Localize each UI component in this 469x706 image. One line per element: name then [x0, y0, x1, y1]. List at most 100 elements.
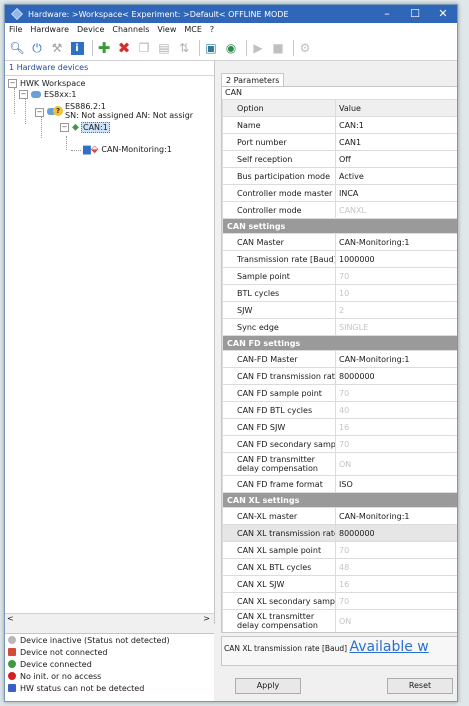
scroll-right-icon[interactable]: > [203, 614, 210, 623]
tools-icon[interactable]: ⚒ [49, 40, 65, 56]
add-icon[interactable]: ✚ [96, 39, 112, 57]
config-icon[interactable]: ⚙ [297, 40, 313, 56]
menu-view[interactable]: View [153, 25, 180, 34]
parameter-value[interactable]: 2 [335, 301, 457, 319]
parameter-row[interactable]: Sync edge SINGLE [222, 318, 457, 336]
parameter-value[interactable]: 1000000 [335, 250, 457, 268]
power-icon[interactable]: ⏻ [29, 40, 45, 56]
parameter-value[interactable]: SINGLE [335, 318, 457, 336]
hardware-icon[interactable]: ▣ [203, 40, 219, 56]
parameter-row[interactable]: CAN FD sample point 70 [222, 384, 457, 402]
sort-icon[interactable]: ⇅ [176, 40, 192, 56]
parameter-value[interactable]: INCA [335, 184, 457, 202]
parameter-row[interactable]: CAN XL transmitter delay compensation ON [222, 609, 457, 632]
scroll-left-icon[interactable]: < [7, 614, 14, 623]
parameter-row[interactable]: Controller mode master INCA [222, 184, 457, 202]
parameter-name: CAN FD transmitter delay compensation [222, 452, 336, 476]
parameter-value[interactable]: Off [335, 150, 457, 168]
parameter-value[interactable]: ON [335, 609, 457, 632]
parameter-row[interactable]: Name CAN:1 [222, 116, 457, 134]
network-icon[interactable]: ◉ [223, 40, 239, 56]
parameter-row[interactable]: CAN FD transmission rate 8000000 [222, 367, 457, 385]
stop-icon[interactable]: ■ [270, 40, 286, 56]
parameter-row[interactable]: Transmission rate [Baud] 1000000 [222, 250, 457, 268]
tree-node-es8xx[interactable]: − ES8xx:1 [19, 90, 76, 99]
search-icon[interactable]: 🔍︎ [9, 40, 25, 56]
tab-parameters[interactable]: 2 Parameters [221, 73, 285, 87]
parameter-value[interactable]: 70 [335, 435, 457, 453]
menu-bar: File Hardware Device Channels View MCE ? [5, 23, 457, 36]
apply-button[interactable]: Apply [235, 678, 301, 694]
delete-icon[interactable]: ✖ [116, 39, 132, 57]
parameter-value[interactable]: CAN:1 [335, 116, 457, 134]
parameter-row[interactable]: Bus participation mode Active [222, 167, 457, 185]
parameter-value[interactable]: ON [335, 452, 457, 476]
parameter-row[interactable]: Port number CAN1 [222, 133, 457, 151]
tree-node-can1[interactable]: − ⬥ CAN:1 [60, 122, 110, 133]
parameter-value[interactable]: 16 [335, 575, 457, 593]
play-icon[interactable]: ▶ [250, 40, 266, 56]
horizontal-scrollbar[interactable]: < > [5, 613, 214, 624]
collapse-icon[interactable]: − [35, 108, 44, 117]
parameter-row[interactable]: CAN Master CAN-Monitoring:1 [222, 233, 457, 251]
collapse-icon[interactable]: − [60, 123, 69, 132]
parameter-name: Sample point [222, 267, 336, 285]
parameter-row[interactable]: BTL cycles 10 [222, 284, 457, 302]
copy-icon[interactable]: ❐ [136, 40, 152, 56]
parameter-row[interactable]: CAN XL transmission rate 8000000 [222, 524, 457, 542]
parameter-row[interactable]: CAN FD transmitter delay compensation ON [222, 452, 457, 476]
parameter-row[interactable]: CAN XL secondary sampl 70 [222, 592, 457, 610]
tree-connector [66, 136, 67, 150]
parameter-value[interactable]: Active [335, 167, 457, 185]
parameter-value[interactable]: CAN-Monitoring:1 [335, 233, 457, 251]
menu-channels[interactable]: Channels [108, 25, 153, 34]
parameter-value[interactable]: 40 [335, 401, 457, 419]
collapse-icon[interactable]: − [19, 90, 28, 99]
paste-icon[interactable]: ▤ [156, 40, 172, 56]
parameter-row[interactable]: CAN-FD Master CAN-Monitoring:1 [222, 350, 457, 368]
parameter-row[interactable]: CAN FD frame format ISO [222, 475, 457, 493]
close-button[interactable]: ✕ [429, 5, 457, 23]
parameter-value[interactable]: 16 [335, 418, 457, 436]
parameter-row[interactable]: CAN-XL master CAN-Monitoring:1 [222, 507, 457, 525]
parameter-row[interactable]: Controller mode CANXL [222, 201, 457, 219]
parameter-value[interactable]: 70 [335, 592, 457, 610]
menu-file[interactable]: File [5, 25, 26, 34]
parameter-row[interactable]: CAN FD SJW 16 [222, 418, 457, 436]
reset-button[interactable]: Reset [387, 678, 453, 694]
parameter-value[interactable]: CAN1 [335, 133, 457, 151]
parameter-row[interactable]: CAN FD secondary samp 70 [222, 435, 457, 453]
menu-device[interactable]: Device [73, 25, 108, 34]
description-link[interactable]: Available w [349, 639, 428, 655]
menu-help[interactable]: ? [206, 25, 218, 34]
maximize-button[interactable]: ☐ [401, 5, 429, 23]
parameter-value[interactable]: 70 [335, 267, 457, 285]
parameter-value[interactable]: 10 [335, 284, 457, 302]
minimize-button[interactable]: – [373, 5, 401, 23]
parameter-name: CAN FD BTL cycles [222, 401, 336, 419]
menu-hardware[interactable]: Hardware [26, 25, 73, 34]
parameter-value[interactable]: CAN-Monitoring:1 [335, 350, 457, 368]
info-icon[interactable]: i [69, 40, 85, 56]
parameter-value[interactable]: 8000000 [335, 524, 457, 542]
parameter-value[interactable]: 8000000 [335, 367, 457, 385]
tree-node-can-monitoring[interactable]: ▆ ⬙ CAN-Monitoring:1 [83, 144, 172, 155]
parameter-row[interactable]: CAN XL sample point 70 [222, 541, 457, 559]
menu-mce[interactable]: MCE [180, 25, 206, 34]
parameter-value[interactable]: 48 [335, 558, 457, 576]
collapse-icon[interactable]: − [8, 79, 17, 88]
parameter-value[interactable]: CAN-Monitoring:1 [335, 507, 457, 525]
parameter-row[interactable]: Self reception Off [222, 150, 457, 168]
parameter-row[interactable]: CAN FD BTL cycles 40 [222, 401, 457, 419]
parameter-row[interactable]: Sample point 70 [222, 267, 457, 285]
tree-node-workspace[interactable]: − HWK Workspace [8, 79, 85, 88]
parameter-row[interactable]: CAN XL BTL cycles 48 [222, 558, 457, 576]
parameter-value[interactable]: CANXL [335, 201, 457, 219]
parameter-value[interactable]: 70 [335, 541, 457, 559]
parameter-value[interactable]: 70 [335, 384, 457, 402]
table-header-row[interactable]: Option Value [222, 99, 457, 117]
parameter-row[interactable]: CAN XL SJW 16 [222, 575, 457, 593]
parameter-row[interactable]: SJW 2 [222, 301, 457, 319]
parameter-value[interactable]: ISO [335, 475, 457, 493]
tree-node-es886[interactable]: − ? ES886.2:1 SN: Not assigned AN: Not a… [35, 102, 193, 120]
